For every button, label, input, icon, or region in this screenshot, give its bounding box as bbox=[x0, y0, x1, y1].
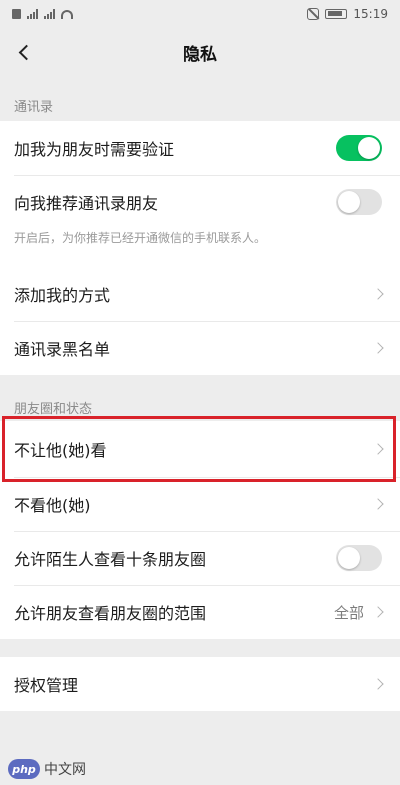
row-hide-from[interactable]: 不让他(她)看 bbox=[0, 421, 400, 477]
row-verify-when-adding[interactable]: 加我为朋友时需要验证 bbox=[0, 121, 400, 175]
row-add-methods[interactable]: 添加我的方式 bbox=[0, 267, 400, 321]
recommend-toggle[interactable] bbox=[336, 189, 382, 215]
row-label: 不让他(她)看 bbox=[14, 441, 107, 460]
watermark: php 中文网 bbox=[8, 759, 86, 779]
toggle-knob bbox=[358, 137, 380, 159]
status-icons-right: 15:19 bbox=[307, 7, 388, 21]
toggle-knob bbox=[338, 191, 360, 213]
row-visible-range[interactable]: 允许朋友查看朋友圈的范围 全部 bbox=[0, 585, 400, 639]
row-label: 允许陌生人查看十条朋友圈 bbox=[14, 550, 207, 569]
row-label: 允许朋友查看朋友圈的范围 bbox=[14, 604, 207, 623]
row-label: 不看他(她) bbox=[14, 496, 91, 515]
sim-icon bbox=[12, 9, 21, 19]
moments-group: 不让他(她)看 不看他(她) 允许陌生人查看十条朋友圈 允许朋友查看朋友圈的范围… bbox=[0, 421, 400, 639]
section-label-moments: 朋友圈和状态 bbox=[14, 402, 93, 417]
contacts-group: 加我为朋友时需要验证 向我推荐通讯录朋友 开启后，为你推荐已经开通微信的手机联系… bbox=[0, 121, 400, 375]
chevron-right-icon bbox=[372, 443, 384, 455]
stranger-view-toggle[interactable] bbox=[336, 545, 382, 571]
chevron-left-icon bbox=[18, 44, 34, 60]
row-label: 通讯录黑名单 bbox=[14, 340, 111, 359]
row-authorization[interactable]: 授权管理 bbox=[0, 657, 400, 711]
status-bar: 15:19 bbox=[0, 0, 400, 28]
row-blacklist[interactable]: 通讯录黑名单 bbox=[0, 321, 400, 375]
status-time: 15:19 bbox=[353, 7, 388, 21]
back-button[interactable] bbox=[10, 38, 38, 66]
signal-icon bbox=[44, 9, 55, 19]
row-recommend-contacts[interactable]: 向我推荐通讯录朋友 bbox=[0, 175, 400, 229]
row-label: 授权管理 bbox=[14, 676, 79, 695]
toggle-knob bbox=[338, 547, 360, 569]
status-icons-left bbox=[12, 9, 73, 19]
row-label: 加我为朋友时需要验证 bbox=[14, 140, 175, 159]
wifi-icon bbox=[61, 9, 73, 19]
section-label-contacts: 通讯录 bbox=[14, 100, 54, 115]
battery-icon bbox=[325, 9, 348, 19]
chevron-right-icon bbox=[372, 288, 384, 300]
page-title: 隐私 bbox=[183, 44, 217, 65]
chevron-right-icon bbox=[372, 606, 384, 618]
watermark-logo: php bbox=[8, 759, 40, 779]
watermark-text: 中文网 bbox=[44, 762, 86, 778]
mute-icon bbox=[307, 8, 320, 20]
row-label: 添加我的方式 bbox=[14, 286, 111, 305]
nav-bar: 隐私 bbox=[0, 28, 400, 76]
row-hide-their[interactable]: 不看他(她) bbox=[0, 477, 400, 531]
signal-icon bbox=[27, 9, 38, 19]
chevron-right-icon bbox=[372, 498, 384, 510]
verify-toggle[interactable] bbox=[336, 135, 382, 161]
auth-group: 授权管理 bbox=[0, 657, 400, 711]
recommend-hint: 开启后，为你推荐已经开通微信的手机联系人。 bbox=[0, 229, 400, 261]
chevron-right-icon bbox=[372, 678, 384, 690]
row-label: 向我推荐通讯录朋友 bbox=[14, 194, 159, 213]
row-stranger-ten-posts[interactable]: 允许陌生人查看十条朋友圈 bbox=[0, 531, 400, 585]
chevron-right-icon bbox=[372, 342, 384, 354]
row-value: 全部 bbox=[333, 603, 364, 622]
